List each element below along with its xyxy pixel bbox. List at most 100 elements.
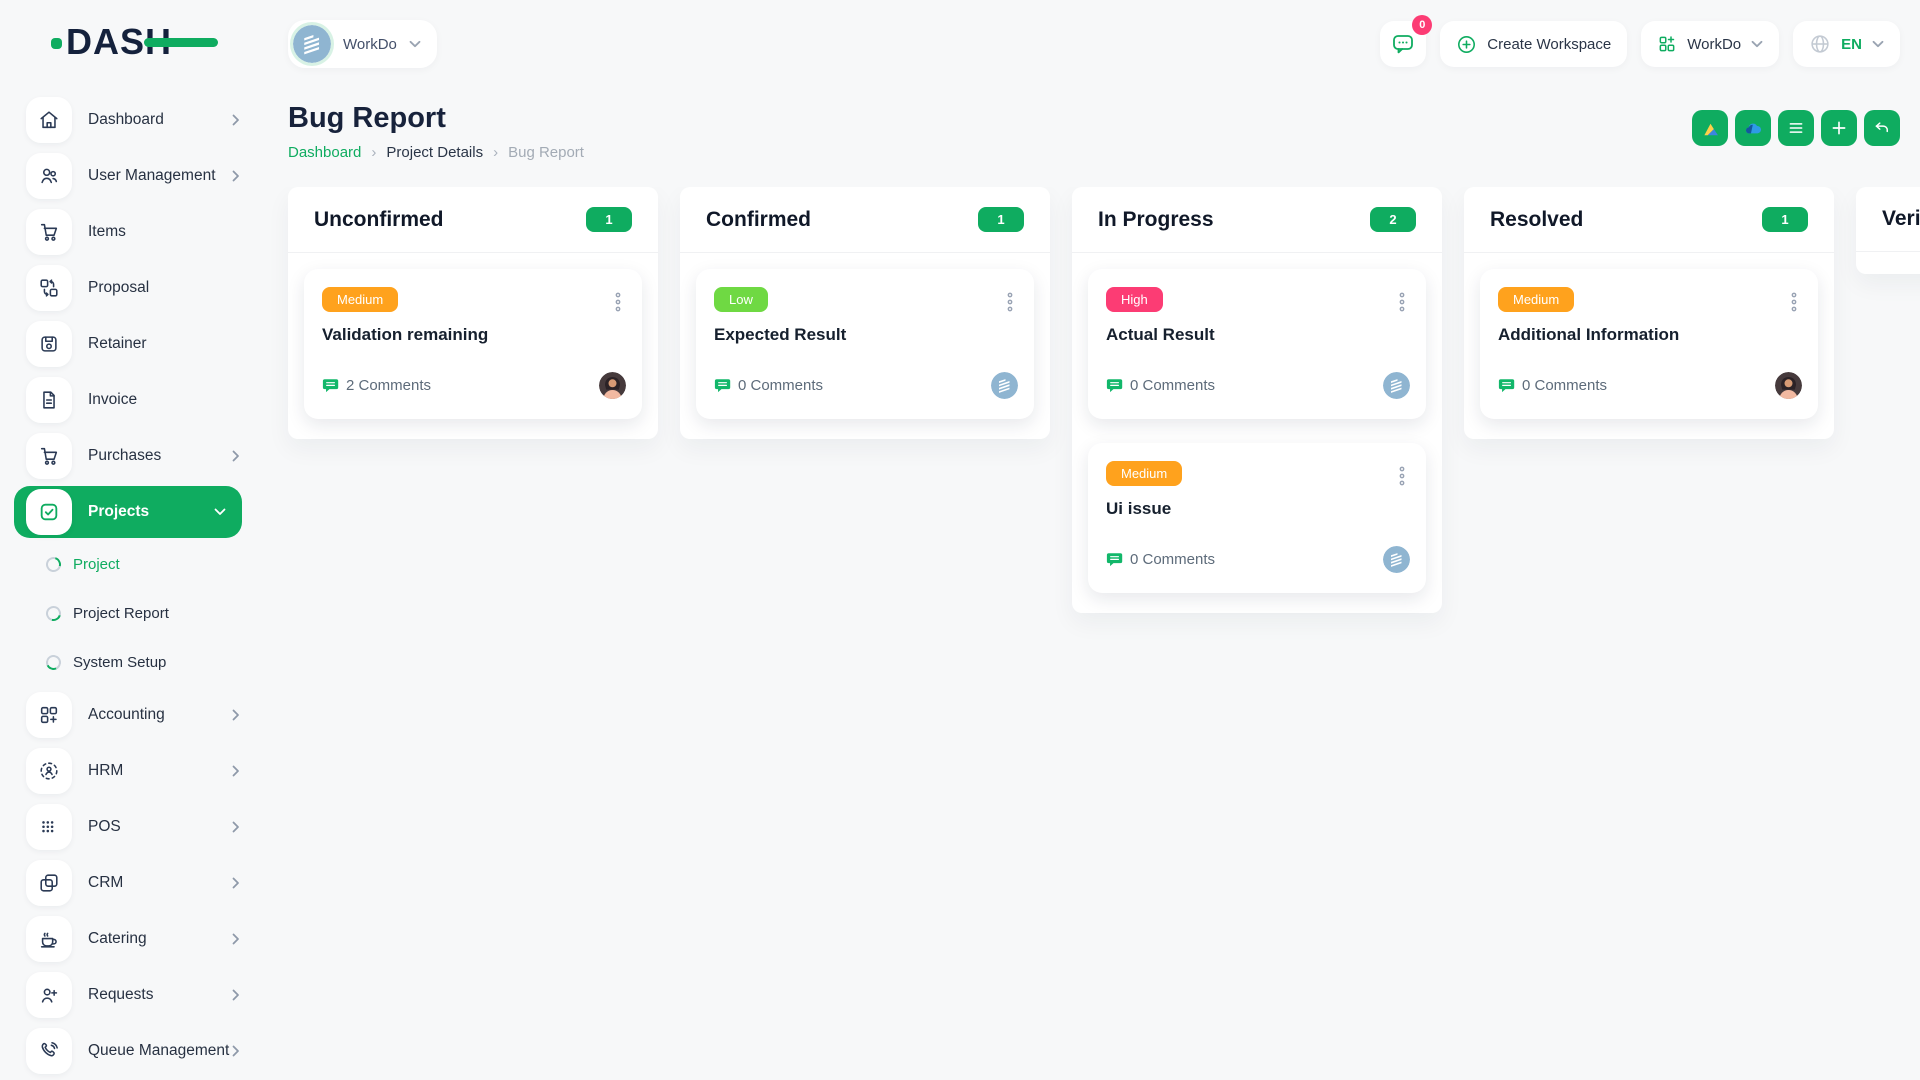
swap-boxes-icon: [26, 265, 72, 311]
phone-call-icon: [26, 1028, 72, 1074]
sidebar-subitem-system-setup[interactable]: System Setup: [0, 638, 260, 687]
task-title: Actual Result: [1106, 325, 1410, 345]
breadcrumb-project-details[interactable]: Project Details: [386, 144, 483, 161]
sidebar-item-crm[interactable]: CRM: [0, 855, 260, 911]
card-footer: 0 Comments: [1106, 372, 1410, 399]
kebab-menu-icon: [1790, 291, 1798, 313]
chevron-right-icon: [230, 765, 242, 777]
card-menu-button[interactable]: [1392, 289, 1412, 320]
app-switcher-dropdown[interactable]: WorkDo: [1641, 21, 1779, 67]
comment-icon: [1498, 377, 1516, 395]
column-title: In Progress: [1098, 208, 1214, 232]
loader-ring-icon: [44, 653, 63, 672]
sidebar-item-purchases[interactable]: Purchases: [0, 428, 260, 484]
card-menu-button[interactable]: [608, 289, 628, 320]
add-task-button[interactable]: [1821, 110, 1857, 146]
chevron-right-icon: [230, 877, 242, 889]
comment-icon: [1106, 551, 1124, 569]
task-card[interactable]: Low Expected Result 0 Comments: [696, 269, 1034, 419]
breadcrumb-separator: ›: [371, 144, 376, 161]
sidebar-item-invoice[interactable]: Invoice: [0, 372, 260, 428]
kanban-column-verified: Verified: [1856, 187, 1920, 274]
comments-count: 0 Comments: [714, 377, 823, 395]
column-count-badge: 2: [1370, 207, 1416, 232]
column-body: [1856, 251, 1920, 274]
kanban-column-confirmed: Confirmed 1 Low Expected Result 0 C: [680, 187, 1050, 439]
app-logo[interactable]: DASH: [0, 14, 260, 70]
undo-arrow-icon: [1873, 119, 1891, 137]
sidebar-item-proposal[interactable]: Proposal: [0, 260, 260, 316]
kanban-column-in-progress: In Progress 2 High Actual Result 0: [1072, 187, 1442, 613]
column-body: Low Expected Result 0 Comments: [680, 252, 1050, 439]
priority-badge: Medium: [1106, 461, 1182, 486]
messages-button[interactable]: 0: [1380, 21, 1426, 67]
card-footer: 2 Comments: [322, 372, 626, 399]
breadcrumb-current: Bug Report: [508, 144, 584, 161]
dots-grid-icon: [26, 804, 72, 850]
sidebar-subitem-project[interactable]: Project: [0, 540, 260, 589]
comments-count: 0 Comments: [1106, 551, 1215, 569]
column-header: Resolved 1: [1464, 187, 1834, 252]
priority-badge: High: [1106, 287, 1163, 312]
page-title-block: Bug Report Dashboard › Project Details ›…: [288, 102, 584, 161]
comments-count: 0 Comments: [1498, 377, 1607, 395]
globe-icon: [1809, 33, 1831, 55]
card-menu-button[interactable]: [1784, 289, 1804, 320]
card-menu-button[interactable]: [1392, 463, 1412, 494]
sidebar-item-queue-management[interactable]: Queue Management: [0, 1023, 260, 1079]
column-count-badge: 1: [586, 207, 632, 232]
page-actions: [1692, 110, 1900, 146]
sidebar-item-dashboard[interactable]: Dashboard: [0, 92, 260, 148]
page-title: Bug Report: [288, 102, 584, 135]
column-header: Confirmed 1: [680, 187, 1050, 252]
sidebar-nav: Dashboard User Management Items: [0, 92, 260, 1079]
plus-icon: [1830, 119, 1848, 137]
language-dropdown[interactable]: EN: [1793, 21, 1900, 67]
sidebar-item-projects[interactable]: Projects: [14, 486, 242, 538]
sidebar-item-user-management[interactable]: User Management: [0, 148, 260, 204]
app-shell: DASH Dashboard User Management: [0, 0, 1920, 1080]
sidebar-item-requests[interactable]: Requests: [0, 967, 260, 1023]
sidebar-item-items[interactable]: Items: [0, 204, 260, 260]
person-target-icon: [26, 748, 72, 794]
app-switcher-label: WorkDo: [1687, 36, 1741, 53]
kanban-column-unconfirmed: Unconfirmed 1 Medium Validation remainin…: [288, 187, 658, 439]
sidebar-item-catering[interactable]: Catering: [0, 911, 260, 967]
breadcrumb: Dashboard › Project Details › Bug Report: [288, 144, 584, 161]
comment-icon: [1106, 377, 1124, 395]
kanban-column-resolved: Resolved 1 Medium Additional Information: [1464, 187, 1834, 439]
column-body: Medium Additional Information 0 Comments: [1464, 252, 1834, 439]
assignee-avatar: [1775, 372, 1802, 399]
column-count-badge: 1: [1762, 207, 1808, 232]
column-header: In Progress 2: [1072, 187, 1442, 252]
sidebar-item-accounting[interactable]: Accounting: [0, 687, 260, 743]
breadcrumb-dashboard[interactable]: Dashboard: [288, 144, 361, 161]
column-body: High Actual Result 0 Comments: [1072, 252, 1442, 613]
grid-plus-icon: [1657, 34, 1677, 54]
sidebar-subitem-project-report[interactable]: Project Report: [0, 589, 260, 638]
priority-badge: Medium: [322, 287, 398, 312]
task-card[interactable]: Medium Ui issue 0 Comments: [1088, 443, 1426, 593]
chevron-down-icon: [1872, 38, 1884, 50]
chevron-down-icon: [409, 38, 421, 50]
sidebar-item-pos[interactable]: POS: [0, 799, 260, 855]
kebab-menu-icon: [1006, 291, 1014, 313]
task-card[interactable]: High Actual Result 0 Comments: [1088, 269, 1426, 419]
create-workspace-button[interactable]: Create Workspace: [1440, 21, 1627, 67]
assignee-avatar: [1383, 372, 1410, 399]
onedrive-button[interactable]: [1735, 110, 1771, 146]
list-view-button[interactable]: [1778, 110, 1814, 146]
comment-icon: [714, 377, 732, 395]
task-card[interactable]: Medium Validation remaining 2 Comments: [304, 269, 642, 419]
google-drive-button[interactable]: [1692, 110, 1728, 146]
sidebar-item-retainer[interactable]: Retainer: [0, 316, 260, 372]
sidebar: DASH Dashboard User Management: [0, 0, 260, 1080]
save-icon: [26, 321, 72, 367]
card-menu-button[interactable]: [1000, 289, 1020, 320]
chevron-right-icon: [230, 989, 242, 1001]
back-button[interactable]: [1864, 110, 1900, 146]
workspace-switcher[interactable]: WorkDo: [288, 20, 437, 68]
cart-icon: [26, 433, 72, 479]
task-card[interactable]: Medium Additional Information 0 Comments: [1480, 269, 1818, 419]
sidebar-item-hrm[interactable]: HRM: [0, 743, 260, 799]
